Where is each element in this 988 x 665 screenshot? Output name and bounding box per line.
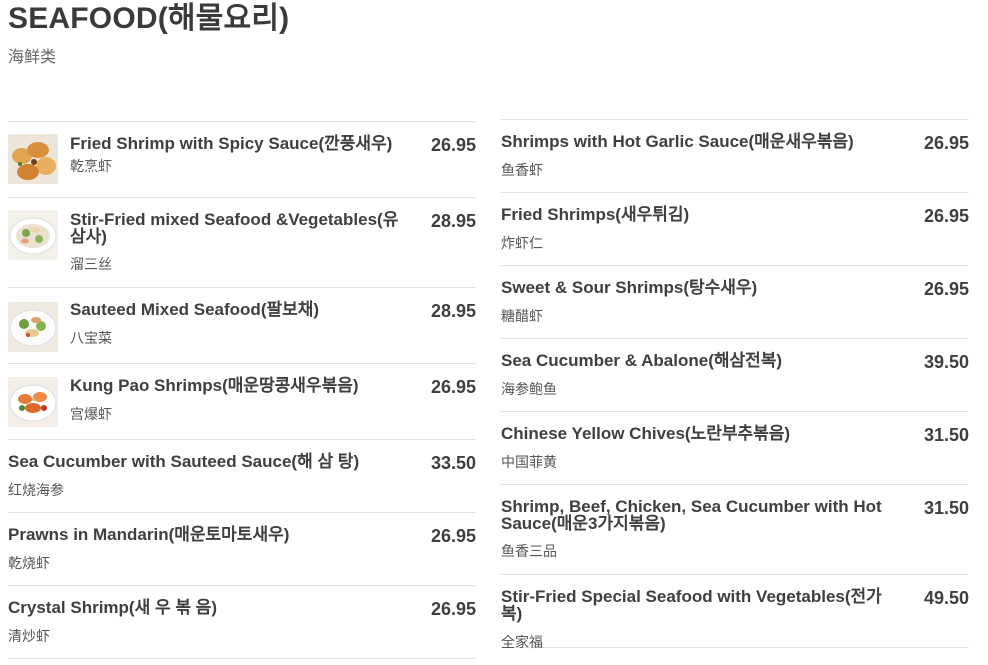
menu-item[interactable]: 26.95 Fried Shrimp with Spicy Sauce(깐풍새우… (8, 121, 476, 197)
item-name: Shrimps with Hot Garlic Sauce(매운새우볶음) (501, 132, 854, 151)
item-price: 31.50 (923, 425, 969, 445)
menu-item[interactable]: 31.50 Shrimp, Beef, Chicken, Sea Cucumbe… (501, 484, 969, 574)
item-name: Prawns in Mandarin(매운토마토새우) (8, 525, 290, 544)
item-name: Sauteed Mixed Seafood(팔보채) (70, 300, 320, 319)
mixed-seafood-photo (8, 302, 58, 352)
section-title: SEAFOOD(해물요리) (8, 2, 290, 35)
item-name: Sweet & Sour Shrimps(탕수새우) (501, 278, 758, 297)
item-chinese-name: 溜三丝 (70, 256, 112, 272)
item-chinese-name: 乾烹虾 (70, 158, 112, 174)
item-chinese-name: 糖醋虾 (501, 308, 543, 324)
kung-pao-shrimp-photo (8, 377, 58, 427)
item-price: 28.95 (430, 211, 476, 231)
item-name: Kung Pao Shrimps(매운땅콩새우볶음) (70, 376, 359, 395)
item-name: Stir-Fried mixed Seafood &Vegetables(유삼사… (70, 210, 399, 246)
item-price: 26.95 (923, 206, 969, 226)
item-price: 33.50 (430, 453, 476, 473)
item-price: 26.95 (430, 377, 476, 397)
item-price: 49.50 (923, 588, 969, 608)
item-name: Shrimp, Beef, Chicken, Sea Cucumber with… (501, 497, 882, 533)
menu-item[interactable]: 26.95 Kung Pao Shrimps(매운땅콩새우볶음) 宫爆虾 (8, 363, 476, 439)
menu-item[interactable]: 31.50 Chinese Yellow Chives(노란부추볶음) 中国菲黄 (501, 411, 969, 484)
item-chinese-name: 海参鲍鱼 (501, 381, 557, 397)
item-name: Stir-Fried Special Seafood with Vegetabl… (501, 587, 882, 623)
item-chinese-name: 鱼香虾 (501, 162, 543, 178)
item-price: 28.95 (430, 301, 476, 321)
item-name: Fried Shrimp with Spicy Sauce(깐풍새우) (70, 134, 393, 153)
seafood-vegetables-photo (8, 210, 58, 260)
menu-item[interactable]: 28.95 Sauteed Mixed Seafood(팔보채) 八宝菜 (8, 287, 476, 363)
section-subtitle: 海鲜类 (8, 49, 57, 66)
menu-column-right: 26.95 Shrimps with Hot Garlic Sauce(매운새우… (501, 119, 969, 650)
item-price: 39.50 (923, 352, 969, 372)
item-name: Chinese Yellow Chives(노란부추볶음) (501, 424, 791, 443)
item-chinese-name: 全家福 (501, 634, 543, 650)
item-name: Crystal Shrimp(새 우 볶 음) (8, 598, 217, 617)
item-price: 26.95 (430, 135, 476, 155)
item-chinese-name: 乾烧虾 (8, 555, 50, 571)
divider (8, 658, 476, 659)
item-chinese-name: 炸虾仁 (501, 235, 543, 251)
item-price: 26.95 (430, 599, 476, 619)
menu-header: SEAFOOD(해물요리) 海鲜类 (8, 0, 289, 68)
menu-item[interactable]: 26.95 Fried Shrimps(새우튀김) 炸虾仁 (501, 192, 969, 265)
menu-item[interactable]: 33.50 Sea Cucumber with Sauteed Sauce(해 … (8, 439, 476, 512)
item-name: Sea Cucumber & Abalone(해삼전복) (501, 351, 783, 370)
menu-item[interactable]: 49.50 Stir-Fried Special Seafood with Ve… (501, 574, 969, 650)
fried-shrimp-photo (8, 134, 58, 184)
menu-item[interactable]: 26.95 Crystal Shrimp(새 우 볶 음) 清炒虾 (8, 585, 476, 658)
item-chinese-name: 清炒虾 (8, 628, 50, 644)
item-price: 26.95 (430, 526, 476, 546)
item-price: 31.50 (923, 498, 969, 518)
item-name: Fried Shrimps(새우튀김) (501, 205, 690, 224)
item-price: 26.95 (923, 279, 969, 299)
menu-item[interactable]: 26.95 Prawns in Mandarin(매운토마토새우) 乾烧虾 (8, 512, 476, 585)
item-price: 26.95 (923, 133, 969, 153)
menu-item[interactable]: 26.95 Shrimps with Hot Garlic Sauce(매운새우… (501, 119, 969, 192)
menu-item[interactable]: 28.95 Stir-Fried mixed Seafood &Vegetabl… (8, 197, 476, 287)
menu-column-left: 26.95 Fried Shrimp with Spicy Sauce(깐풍새우… (8, 121, 476, 659)
item-name: Sea Cucumber with Sauteed Sauce(해 삼 탕) (8, 452, 360, 471)
item-chinese-name: 鱼香三品 (501, 543, 557, 559)
item-chinese-name: 宫爆虾 (70, 406, 112, 422)
menu-item[interactable]: 39.50 Sea Cucumber & Abalone(해삼전복) 海参鲍鱼 (501, 338, 969, 411)
item-chinese-name: 中国菲黄 (501, 454, 557, 470)
menu-item[interactable]: 26.95 Sweet & Sour Shrimps(탕수새우) 糖醋虾 (501, 265, 969, 338)
item-chinese-name: 八宝菜 (70, 330, 112, 346)
item-chinese-name: 红烧海参 (8, 482, 64, 498)
